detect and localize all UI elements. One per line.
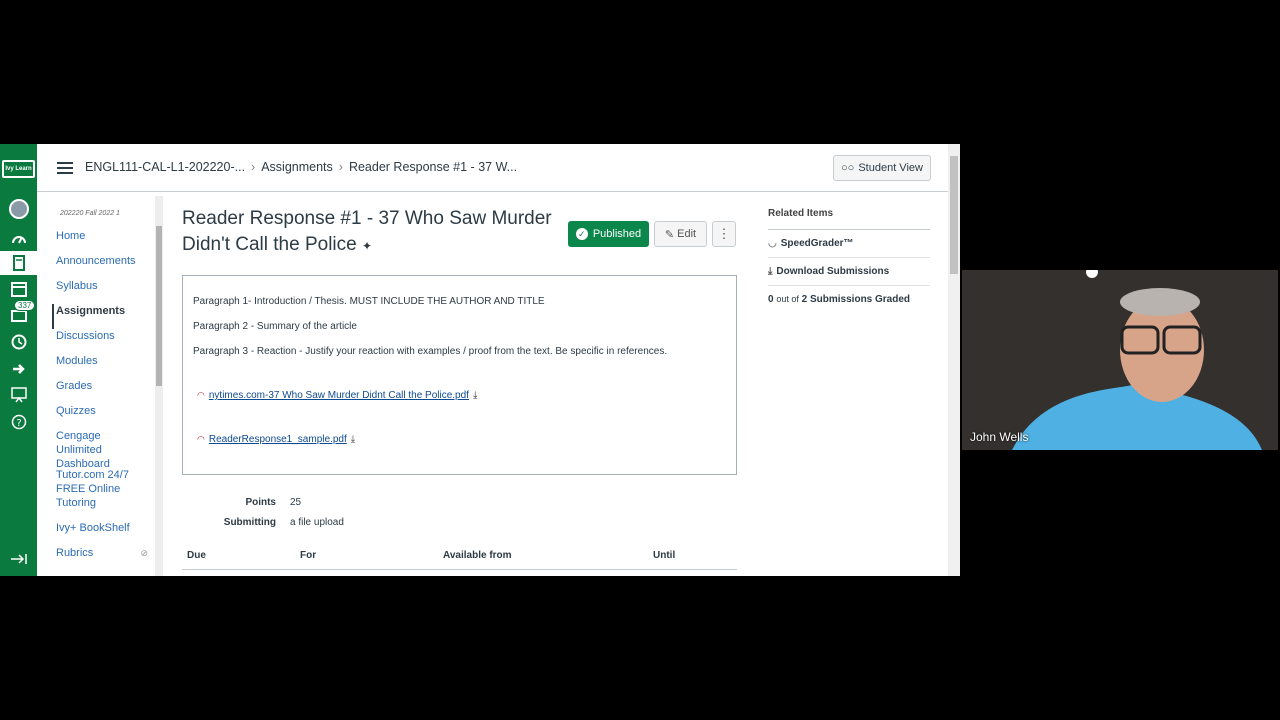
courses-icon[interactable] [0, 251, 37, 275]
video-call-tile: John Wells [962, 270, 1278, 450]
top-header: ENGL111-CAL-L1-202220-... › Assignments › Re… [37, 144, 948, 192]
paragraph-3: Paragraph 3 - Reaction - Justify your re… [193, 346, 668, 357]
ivy-learn-logo[interactable]: Ivy Learn [2, 160, 35, 178]
file-attachment: ◠ nytimes.com-37 Who Saw Murder Didnt Cal… [197, 390, 726, 401]
commons-icon[interactable] [0, 357, 37, 381]
course-nav-rubrics[interactable]: Rubrics ⊘ [52, 546, 152, 571]
student-view-button[interactable]: ○○ Student View [833, 155, 931, 181]
speedgrader-icon: ◡ [768, 238, 777, 249]
course-nav-scrollbar[interactable] [155, 196, 163, 576]
participant-name: John Wells [970, 430, 1029, 444]
account-avatar[interactable] [0, 197, 37, 221]
course-nav: 202220 Fall 2022 1 Home Announcements Sy… [52, 200, 152, 571]
course-nav-bookshelf[interactable]: Ivy+ BookShelf [52, 521, 152, 546]
paragraph-2: Paragraph 2 - Summary of the article [193, 321, 357, 332]
due-header: Due [187, 550, 206, 561]
edit-label: Edit [677, 228, 697, 240]
course-term: 202220 Fall 2022 1 [60, 210, 120, 217]
speedgrader-label: SpeedGrader™ [780, 238, 854, 249]
points-label: Points [245, 496, 276, 508]
file-link-sample[interactable]: ReaderResponse1_sample.pdf [209, 434, 347, 445]
pdf-icon: ◠ [197, 390, 205, 400]
calendar-icon[interactable] [0, 277, 37, 301]
download-icon[interactable]: ⤓ [473, 390, 477, 401]
dates-table-header: Due For Available from Until [182, 542, 737, 570]
submitting-value: a file upload [290, 516, 344, 528]
glasses-icon: ○○ [841, 162, 855, 174]
published-button[interactable]: ✓ Published [568, 221, 649, 247]
hamburger-menu-icon[interactable] [57, 162, 73, 174]
assignment-details: Points 25 Submitting a file upload [182, 492, 344, 532]
inbox-icon[interactable]: 337 [0, 300, 37, 327]
page-title: Reader Response #1 - 37 Who Saw Murder D… [182, 208, 552, 255]
course-nav-syllabus[interactable]: Syllabus [52, 279, 152, 304]
breadcrumb-current: Reader Response #1 - 37 W... [348, 160, 518, 174]
inbox-badge: 337 [14, 300, 36, 311]
student-view-label: Student View [858, 162, 923, 174]
page-scrollbar[interactable] [948, 144, 960, 576]
course-nav-announcements[interactable]: Announcements [52, 254, 152, 279]
course-nav-cengage[interactable]: Cengage Unlimited Dashboard [52, 429, 152, 470]
download-submissions-link[interactable]: ⤓ Download Submissions [768, 258, 930, 286]
paragraph-1: Paragraph 1- Introduction / Thesis. MUST… [193, 296, 545, 307]
browser-viewport: Ivy Learn 337 ? ENGL111-CAL-L1-202220-..… [0, 144, 960, 576]
course-nav-grades[interactable]: Grades [52, 379, 152, 404]
breadcrumb: ENGL111-CAL-L1-202220-... › Assignments › Re… [85, 160, 517, 174]
svg-text:?: ? [16, 418, 21, 429]
download-icon[interactable]: ⤓ [351, 434, 355, 445]
help-icon[interactable]: ? [0, 410, 37, 434]
download-label: Download Submissions [776, 266, 890, 277]
check-circle-icon: ✓ [575, 228, 588, 240]
ai-sparkle-icon[interactable]: ✦ [362, 239, 372, 253]
assignment-main: Reader Response #1 - 37 Who Saw Murder D… [182, 206, 742, 259]
file-link-nytimes[interactable]: nytimes.com-37 Who Saw Murder Didnt Call… [209, 390, 469, 401]
assignment-description: Paragraph 1- Introduction / Thesis. MUST… [182, 275, 737, 475]
global-nav: Ivy Learn 337 ? [0, 144, 37, 576]
rubrics-label: Rubrics [56, 547, 94, 559]
edit-button[interactable]: ✎ Edit [654, 221, 707, 247]
more-options-button[interactable]: ⋮ [712, 221, 736, 247]
history-icon[interactable] [0, 330, 37, 354]
for-header: For [300, 550, 317, 561]
download-icon: ⤓ [768, 266, 773, 277]
dashboard-icon[interactable] [0, 226, 37, 250]
available-from-header: Available from [443, 550, 512, 561]
pencil-icon: ✎ [664, 228, 675, 241]
published-label: Published [592, 228, 642, 240]
points-value: 25 [290, 496, 302, 508]
course-nav-tutor[interactable]: Tutor.com 24/7 FREE Online Tutoring [52, 468, 152, 521]
speedgrader-link[interactable]: ◡ SpeedGrader™ [768, 230, 930, 258]
hidden-eye-icon: ⊘ [140, 548, 148, 558]
breadcrumb-assignments[interactable]: Assignments [261, 160, 333, 174]
graded-count: 0 out of 2 Submissions Graded [768, 294, 911, 305]
participant-video [962, 270, 1278, 450]
collapse-nav-icon[interactable] [0, 547, 37, 571]
course-nav-quizzes[interactable]: Quizzes [52, 404, 152, 429]
related-items-title: Related Items [768, 208, 930, 230]
course-nav-modules[interactable]: Modules [52, 354, 152, 379]
related-items-sidebar: Related Items ◡ SpeedGrader™ ⤓ Download Su… [768, 208, 930, 305]
until-header: Until [653, 550, 676, 561]
breadcrumb-separator-icon: › [338, 160, 343, 174]
course-nav-discussions[interactable]: Discussions [52, 329, 152, 354]
course-nav-home[interactable]: Home [52, 229, 152, 254]
course-nav-assignments[interactable]: Assignments [52, 304, 152, 329]
breadcrumb-course[interactable]: ENGL111-CAL-L1-202220-... [85, 160, 245, 174]
file-attachment: ◠ ReaderResponse1_sample.pdf ⤓ [197, 434, 726, 445]
pdf-icon: ◠ [197, 434, 205, 444]
studio-icon[interactable] [0, 383, 37, 407]
breadcrumb-separator-icon: › [251, 160, 256, 174]
submitting-label: Submitting [223, 516, 276, 528]
